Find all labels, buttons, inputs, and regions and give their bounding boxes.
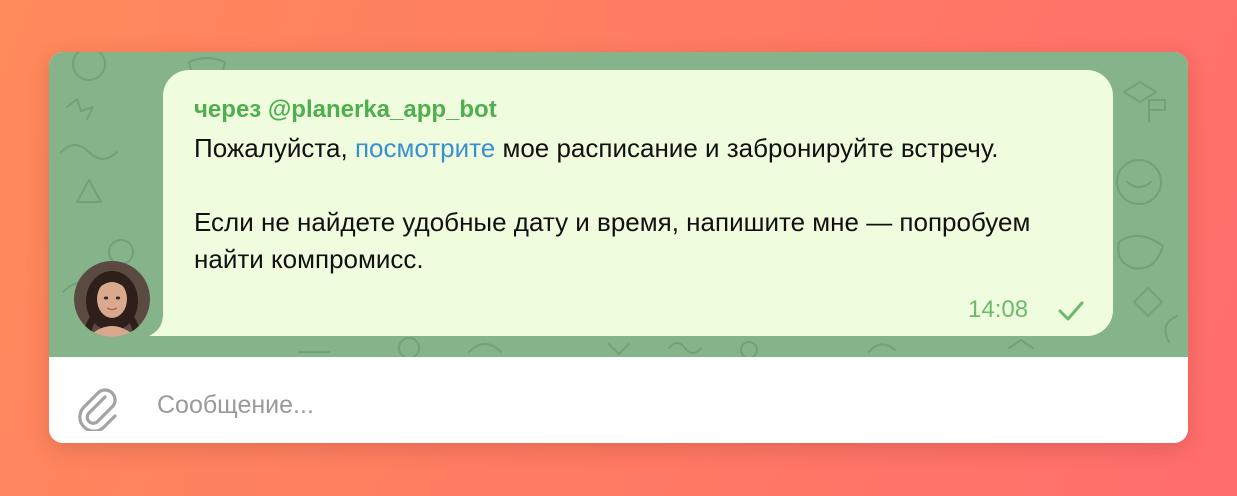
message-text: Пожалуйста, посмотрите мое расписание и … xyxy=(194,130,1054,278)
paperclip-icon[interactable] xyxy=(75,385,121,431)
message-bubble[interactable]: через @planerka_app_bot Пожалуйста, посм… xyxy=(163,70,1113,336)
avatar-image xyxy=(74,261,150,337)
message-time: 14:08 xyxy=(968,296,1029,323)
via-bot-label[interactable]: через @planerka_app_bot xyxy=(194,96,497,124)
message-paragraph-1: Пожалуйста, посмотрите мое расписание и … xyxy=(194,130,1054,167)
avatar[interactable] xyxy=(74,261,150,337)
chat-area: через @planerka_app_bot Пожалуйста, посм… xyxy=(49,52,1188,357)
chat-window: через @planerka_app_bot Пожалуйста, посм… xyxy=(49,52,1188,443)
message-text-before-link: Пожалуйста, xyxy=(194,133,355,163)
schedule-link[interactable]: посмотрите xyxy=(355,133,495,163)
message-composer xyxy=(49,357,1188,443)
message-input[interactable] xyxy=(157,385,1137,425)
message-paragraph-2: Если не найдете удобные дату и время, на… xyxy=(194,207,1031,274)
check-icon xyxy=(1058,301,1084,321)
message-text-after-link: мое расписание и забронируйте встречу. xyxy=(495,133,999,163)
